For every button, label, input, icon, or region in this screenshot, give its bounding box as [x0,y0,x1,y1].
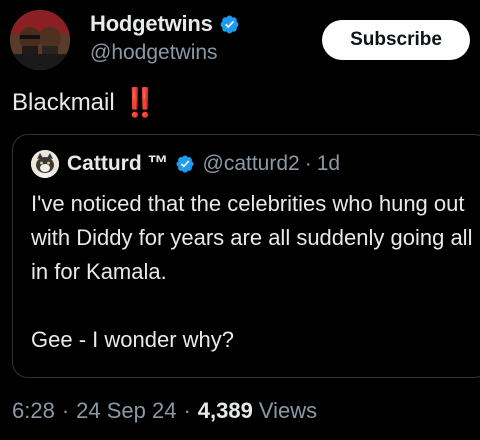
author-display-name[interactable]: Hodgetwins [90,11,213,37]
quoted-tweet-paragraph: Gee - I wonder why? [31,327,234,352]
quoted-author-avatar[interactable] [31,150,59,178]
double-exclamation-emoji: ‼️ [122,86,158,119]
quoted-author-display-name[interactable]: Catturd ™ [67,152,169,176]
quoted-tweet-paragraph: I've noticed that the celebrities who hu… [31,191,473,284]
meta-separator: · [183,398,191,423]
verified-badge-icon [220,15,239,33]
quoted-author-handle[interactable]: @catturd2 [203,152,300,176]
meta-separator: · [61,398,70,423]
quoted-tweet-card[interactable]: Catturd ™ @catturd2 · 1d I've noticed th… [12,134,480,378]
tweet-text: Blackmail ‼️ [12,86,158,119]
author-name-row: Hodgetwins [90,10,240,38]
tweet-text-content: Blackmail [12,88,115,116]
tweet-time[interactable]: 6:28 [12,398,55,424]
author-avatar[interactable] [10,10,70,70]
views-label: Views [258,398,318,423]
tweet-meta: 6:28 · 24 Sep 24 · 4,389 Views [12,398,317,424]
quoted-timestamp[interactable]: 1d [317,152,340,176]
quoted-verified-badge-icon [175,155,194,173]
views-count[interactable]: 4,389 [198,398,253,424]
cat-avatar-icon [31,150,59,178]
quoted-tweet-header: Catturd ™ @catturd2 · 1d [31,149,340,179]
tweet-date[interactable]: 24 Sep 24 [76,398,176,424]
author-handle[interactable]: @hodgetwins [90,41,218,65]
subscribe-button[interactable]: Subscribe [322,20,470,60]
twins-avatar-icon [10,10,70,70]
quoted-tweet-body: I've noticed that the celebrities who hu… [31,187,479,357]
quoted-separator-dot: · [304,152,312,175]
tweet-header: Hodgetwins @hodgetwins Subscribe [10,10,470,76]
